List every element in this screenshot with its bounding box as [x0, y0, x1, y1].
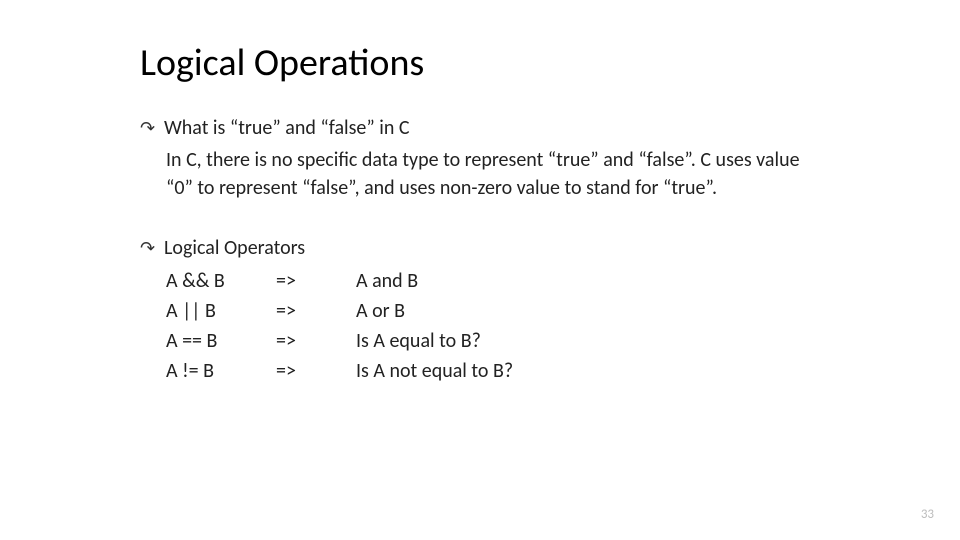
bullet-icon: ↷ — [140, 114, 160, 142]
table-row: A == B => Is A equal to B? — [166, 326, 960, 356]
op-expr: A == B — [166, 326, 276, 356]
op-arrow: => — [276, 356, 356, 386]
slide-title: Logical Operations — [140, 40, 960, 86]
op-expr: A && B — [166, 266, 276, 296]
bullet-icon: ↷ — [140, 234, 160, 262]
section-2: ↷ Logical Operators A && B => A and B A … — [140, 234, 960, 386]
op-expr: A != B — [166, 356, 276, 386]
bullet-1-heading: What is “true” and “false” in C — [164, 114, 410, 142]
table-row: A && B => A and B — [166, 266, 960, 296]
bullet-1: ↷ What is “true” and “false” in C — [140, 114, 960, 142]
op-arrow: => — [276, 266, 356, 296]
slide-content: Logical Operations ↷ What is “true” and … — [0, 0, 960, 386]
op-arrow: => — [276, 296, 356, 326]
table-row: A != B => Is A not equal to B? — [166, 356, 960, 386]
op-desc: Is A not equal to B? — [356, 356, 513, 386]
op-desc: A or B — [356, 296, 405, 326]
bullet-2: ↷ Logical Operators — [140, 234, 960, 262]
op-expr: A || B — [166, 296, 276, 326]
op-arrow: => — [276, 326, 356, 356]
bullet-1-body: In C, there is no specific data type to … — [166, 146, 806, 202]
bullet-2-heading: Logical Operators — [164, 234, 305, 262]
op-desc: A and B — [356, 266, 418, 296]
operators-table: A && B => A and B A || B => A or B A == … — [166, 266, 960, 386]
page-number: 33 — [921, 507, 934, 522]
table-row: A || B => A or B — [166, 296, 960, 326]
op-desc: Is A equal to B? — [356, 326, 481, 356]
